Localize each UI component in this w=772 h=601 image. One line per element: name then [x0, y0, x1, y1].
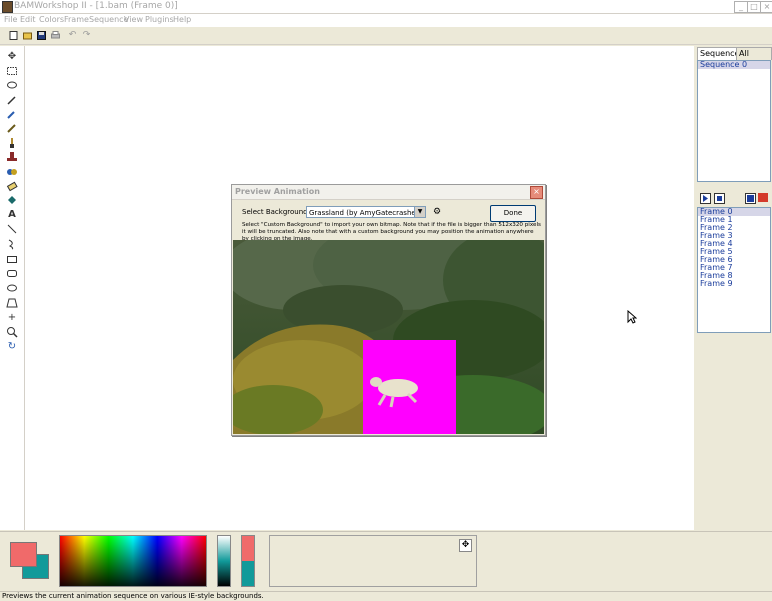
- play-icon[interactable]: [700, 193, 711, 204]
- print-icon[interactable]: [51, 31, 60, 40]
- grassland-background: [233, 240, 544, 434]
- undo-icon[interactable]: ↶: [68, 31, 77, 40]
- frame-list: Frame 0 Frame 1 Frame 2 Frame 3 Frame 4 …: [697, 207, 771, 333]
- preview-animation-dialog: Preview Animation × Select Background: G…: [231, 184, 546, 436]
- color-palette-panel: ✥: [0, 531, 772, 591]
- tab-all-frames[interactable]: All Frames: [736, 47, 772, 70]
- menu-edit[interactable]: Edit: [20, 15, 36, 24]
- line-icon[interactable]: [6, 223, 18, 235]
- stop-icon[interactable]: [714, 193, 725, 204]
- select-background-label: Select Background:: [242, 208, 310, 216]
- load-background-icon[interactable]: ⚙: [431, 206, 443, 218]
- menu-bar: File Edit Colors Frame Sequence View Plu…: [0, 14, 772, 27]
- minimize-button[interactable]: _: [734, 1, 748, 13]
- app-icon: [2, 1, 13, 13]
- color-spectrum[interactable]: [59, 535, 207, 587]
- menu-frame[interactable]: Frame: [64, 15, 89, 24]
- done-button[interactable]: Done: [490, 205, 536, 222]
- toolbar: ↶ ↷: [0, 28, 772, 45]
- cursor-icon: [627, 309, 638, 327]
- rectangle-icon[interactable]: [6, 253, 18, 265]
- eyedropper-icon[interactable]: [6, 108, 18, 120]
- delete-frame-icon[interactable]: [758, 193, 768, 202]
- color-info-panel: ✥: [269, 535, 477, 587]
- new-icon[interactable]: [9, 31, 18, 40]
- magic-wand-icon[interactable]: [6, 94, 18, 106]
- menu-colors[interactable]: Colors: [39, 15, 64, 24]
- animation-preview[interactable]: [233, 240, 544, 434]
- rect-select-icon[interactable]: [6, 65, 18, 77]
- polygon-icon[interactable]: [6, 297, 18, 309]
- pencil-icon[interactable]: [6, 122, 18, 134]
- ellipse-icon[interactable]: [6, 282, 18, 294]
- stamp-icon[interactable]: [6, 151, 18, 163]
- brightness-slider[interactable]: [217, 535, 231, 587]
- frame-props-icon[interactable]: [745, 193, 756, 204]
- foreground-color-swatch[interactable]: [10, 542, 37, 567]
- menu-plugins[interactable]: Plugins: [145, 15, 174, 24]
- maximize-button[interactable]: □: [747, 1, 761, 13]
- lasso-icon[interactable]: [6, 80, 18, 92]
- redo-icon[interactable]: ↷: [82, 31, 91, 40]
- text-icon[interactable]: A: [6, 209, 18, 221]
- rotate-icon[interactable]: ↻: [6, 341, 18, 353]
- title-bar: BAMWorkshop II - [1.bam (Frame 0)] _ □ ×: [0, 0, 772, 14]
- list-item[interactable]: Sequence 0: [698, 61, 770, 69]
- move-icon[interactable]: ✥: [459, 539, 472, 552]
- menu-view[interactable]: View: [124, 15, 143, 24]
- open-icon[interactable]: [23, 31, 32, 40]
- save-icon[interactable]: [37, 31, 46, 40]
- dialog-close-button[interactable]: ×: [530, 186, 543, 199]
- chevron-down-icon[interactable]: ▼: [414, 207, 425, 217]
- rounded-rect-icon[interactable]: [6, 267, 18, 279]
- sequence-list: Sequence 0: [697, 60, 771, 182]
- eraser-icon[interactable]: [6, 180, 18, 192]
- zoom-icon[interactable]: [6, 326, 18, 338]
- replace-color-icon[interactable]: [6, 166, 18, 178]
- curve-icon[interactable]: [6, 238, 18, 250]
- move-icon[interactable]: ✥: [6, 51, 18, 63]
- menu-help[interactable]: Help: [173, 15, 191, 24]
- fill-icon[interactable]: [6, 194, 18, 206]
- dialog-title: Preview Animation: [235, 187, 320, 196]
- window-title: BAMWorkshop II - [1.bam (Frame 0)]: [14, 1, 178, 11]
- menu-file[interactable]: File: [4, 15, 17, 24]
- background-select-value: Grassland (by AmyGatecrasher): [309, 209, 422, 217]
- menu-sequence[interactable]: Sequence: [89, 15, 128, 24]
- brush-icon[interactable]: [6, 137, 18, 149]
- color-pair-strip[interactable]: [241, 535, 255, 587]
- crosshair-icon[interactable]: +: [6, 312, 18, 324]
- tool-panel: ✥ A + ↻: [0, 46, 25, 530]
- list-item[interactable]: Frame 9: [698, 280, 770, 288]
- right-panel: Sequences All Frames Sequence 0 Frame 0 …: [695, 46, 772, 530]
- dialog-title-bar: Preview Animation ×: [232, 185, 545, 200]
- close-button[interactable]: ×: [760, 1, 772, 13]
- background-select[interactable]: Grassland (by AmyGatecrasher) ▼: [306, 206, 426, 218]
